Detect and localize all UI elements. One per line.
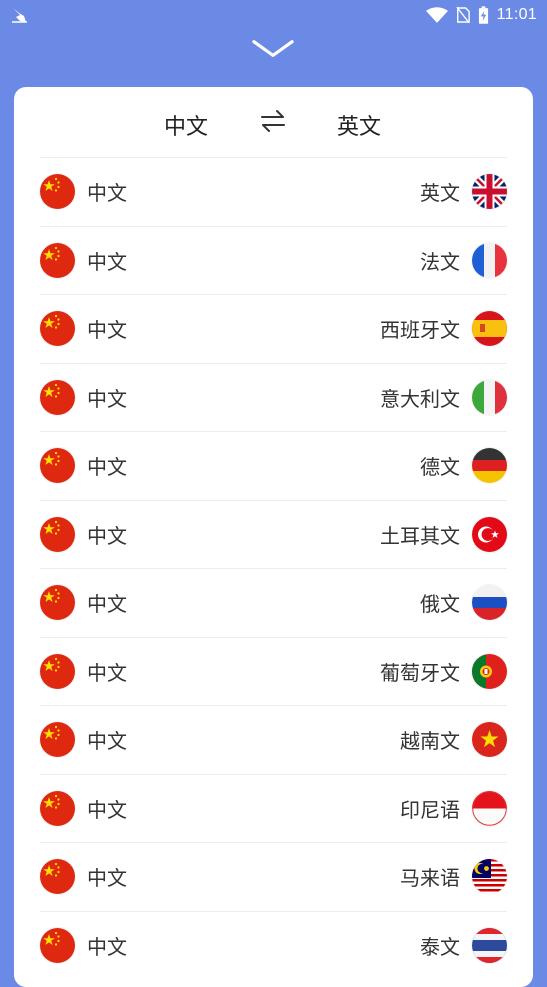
china-flag-icon bbox=[40, 516, 75, 552]
target-language-label: 法文 bbox=[420, 249, 460, 274]
source-language-label: 中文 bbox=[87, 660, 127, 685]
portugal-flag-icon bbox=[472, 653, 507, 689]
source-language-label: 中文 bbox=[87, 455, 127, 480]
target-language-label: 德文 bbox=[420, 455, 460, 480]
target-language-label: 俄文 bbox=[420, 592, 460, 617]
china-flag-icon bbox=[40, 722, 75, 758]
spain-flag-icon bbox=[472, 311, 507, 347]
battery-charging-icon bbox=[478, 5, 488, 24]
chevron-down-icon bbox=[252, 40, 294, 57]
target-language-label: 泰文 bbox=[420, 934, 460, 959]
language-pair-row[interactable]: 中文 德文 bbox=[40, 431, 507, 500]
status-time: 11:01 bbox=[496, 6, 537, 23]
china-flag-icon bbox=[40, 174, 75, 210]
target-language-label: 意大利文 bbox=[380, 386, 460, 411]
status-bar: 11:01 bbox=[0, 0, 547, 30]
language-pair-row[interactable]: 中文 法文 bbox=[40, 225, 507, 295]
wifi-icon bbox=[425, 6, 448, 23]
language-pair-row[interactable]: 中文 俄文 bbox=[40, 568, 507, 637]
target-language-label: 越南文 bbox=[400, 729, 460, 754]
swap-languages-button[interactable] bbox=[259, 109, 287, 135]
china-flag-icon bbox=[40, 927, 75, 963]
russia-flag-icon bbox=[472, 585, 507, 621]
source-language-label: 中文 bbox=[87, 729, 127, 754]
source-language-label: 中文 bbox=[87, 523, 127, 548]
turkey-flag-icon bbox=[472, 516, 507, 552]
malaysia-flag-icon bbox=[472, 859, 507, 895]
source-language-label: 中文 bbox=[87, 318, 127, 343]
china-flag-icon bbox=[40, 448, 75, 484]
source-language-label: 中文 bbox=[87, 181, 127, 206]
source-language-label: 中文 bbox=[87, 592, 127, 617]
collapse-button[interactable] bbox=[243, 34, 303, 64]
china-flag-icon bbox=[40, 379, 75, 415]
language-pair-row[interactable]: 中文 葡萄牙文 bbox=[40, 636, 507, 706]
language-pair-row[interactable]: 中文 印尼语 bbox=[40, 773, 507, 843]
indonesia-flag-icon bbox=[472, 790, 507, 826]
language-pair-row[interactable]: 中文 意大利文 bbox=[40, 362, 507, 432]
source-language-label: 中文 bbox=[87, 386, 127, 411]
germany-flag-icon bbox=[472, 448, 507, 484]
language-pair-row[interactable]: 中文 马来语 bbox=[40, 842, 507, 911]
language-pair-list: 中文 英文 中文 法文 中文 西班牙文 中文 意大利文 中文 德文 中文 土耳其… bbox=[40, 157, 507, 979]
target-language-label: 葡萄牙文 bbox=[380, 660, 460, 685]
language-pair-row[interactable]: 中文 土耳其文 bbox=[40, 499, 507, 569]
target-language-label: 印尼语 bbox=[400, 797, 460, 822]
china-flag-icon bbox=[40, 653, 75, 689]
target-language-selector[interactable]: 英文 bbox=[337, 109, 381, 141]
target-language-label: 西班牙文 bbox=[380, 318, 460, 343]
swap-arrows-icon bbox=[261, 110, 285, 132]
language-pair-row[interactable]: 中文 西班牙文 bbox=[40, 294, 507, 363]
vietnam-flag-icon bbox=[472, 722, 507, 758]
china-flag-icon bbox=[40, 585, 75, 621]
no-sim-icon bbox=[455, 6, 470, 24]
thailand-flag-icon bbox=[472, 927, 507, 963]
china-flag-icon bbox=[40, 859, 75, 895]
language-header: 中文 英文 bbox=[14, 87, 533, 157]
china-flag-icon bbox=[40, 790, 75, 826]
source-language-label: 中文 bbox=[87, 797, 127, 822]
italy-flag-icon bbox=[472, 379, 507, 415]
language-pair-row[interactable]: 中文 泰文 bbox=[40, 910, 507, 980]
france-flag-icon bbox=[472, 242, 507, 278]
source-language-label: 中文 bbox=[87, 934, 127, 959]
target-language-label: 英文 bbox=[420, 181, 460, 206]
source-language-selector[interactable]: 中文 bbox=[164, 109, 208, 141]
source-language-label: 中文 bbox=[87, 249, 127, 274]
language-pair-row[interactable]: 中文 英文 bbox=[40, 157, 507, 226]
source-language-label: 中文 bbox=[87, 866, 127, 891]
app-notification-icon bbox=[10, 5, 30, 25]
target-language-label: 马来语 bbox=[400, 866, 460, 891]
china-flag-icon bbox=[40, 242, 75, 278]
status-icons: 11:01 bbox=[425, 4, 537, 26]
language-pair-row[interactable]: 中文 越南文 bbox=[40, 705, 507, 774]
target-language-label: 土耳其文 bbox=[380, 523, 460, 548]
china-flag-icon bbox=[40, 311, 75, 347]
uk-flag-icon bbox=[472, 174, 507, 210]
language-panel: 中文 英文 中文 英文 中文 法文 中文 西班牙文 中文 意大利文 中文 德文 … bbox=[14, 87, 533, 987]
